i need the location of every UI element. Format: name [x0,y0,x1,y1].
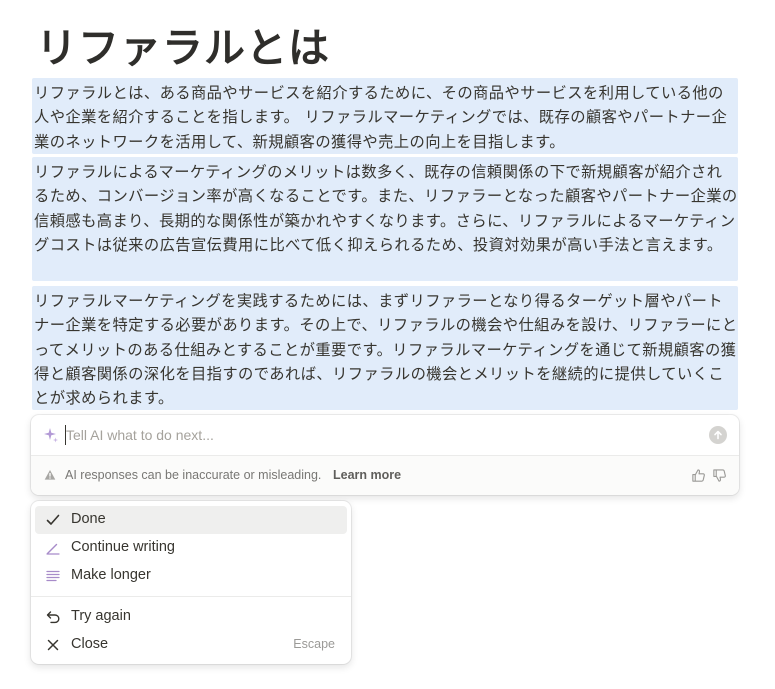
thumbs-up-icon[interactable] [691,468,706,483]
ai-input-row [31,415,739,455]
menu-item-done[interactable]: Done [35,506,347,534]
checkmark-icon [46,514,60,525]
ai-footer: AI responses can be inaccurate or mislea… [31,455,739,495]
page-title: リファラルとは [36,24,330,72]
escape-shortcut-hint: Escape [293,637,335,651]
menu-item-try-again[interactable]: Try again [35,603,347,631]
menu-item-label: Done [71,511,106,527]
close-icon [47,639,59,651]
ai-prompt-box: AI responses can be inaccurate or mislea… [31,415,739,495]
ai-prompt-input[interactable] [65,425,666,445]
ai-disclaimer: AI responses can be inaccurate or mislea… [65,468,322,482]
sparkle-icon [44,428,58,443]
paragraph-1[interactable]: リファラルとは、ある商品やサービスを紹介するために、その商品やサービスを利用して… [32,78,738,154]
send-arrow-icon [714,430,722,440]
learn-more-link[interactable]: Learn more [333,468,401,482]
paragraph-3[interactable]: リファラルマーケティングを実践するためには、まずリファラーとなり得るターゲット層… [32,286,738,410]
menu-item-continue-writing[interactable]: Continue writing [35,534,347,562]
menu-item-label: Make longer [71,567,151,583]
send-button[interactable] [709,426,727,444]
lines-icon [46,570,60,582]
menu-item-close[interactable]: Close Escape [35,631,347,659]
ai-action-menu: Done Continue writing Make longer Try ag… [31,501,351,664]
menu-item-label: Continue writing [71,539,175,555]
thumbs-down-icon[interactable] [712,468,727,483]
menu-item-label: Close [71,636,109,652]
warning-icon [44,470,56,480]
undo-arrow-icon [46,611,60,624]
menu-item-make-longer[interactable]: Make longer [35,562,347,590]
paragraph-2[interactable]: リファラルによるマーケティングのメリットは数多く、既存の信頼関係の下で新規顧客が… [32,157,738,281]
pen-icon [46,543,60,555]
menu-item-label: Try again [71,608,131,624]
menu-divider [31,596,351,597]
